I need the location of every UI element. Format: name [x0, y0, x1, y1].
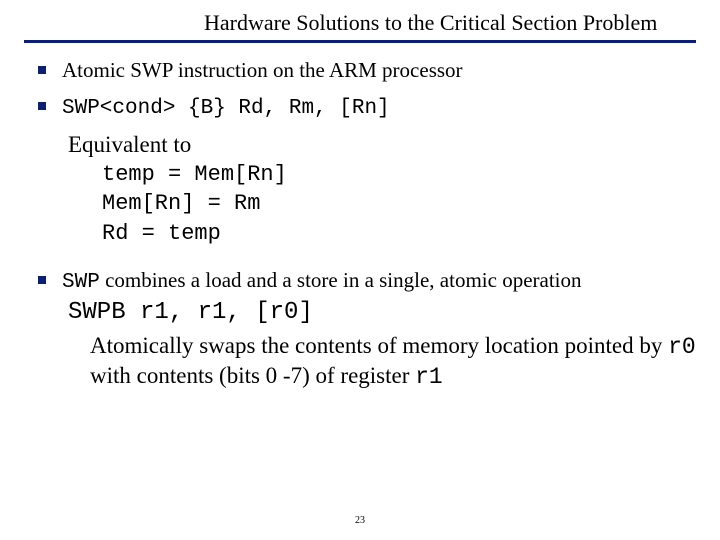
bullet-2: SWP<cond> {B} Rd, Rm, [Rn] Equivalent to… — [36, 93, 696, 248]
bullet-3-example: SWPB r1, r1, [r0] — [62, 298, 696, 328]
bullet-3-explain: Atomically swaps the contents of memory … — [62, 332, 696, 392]
title-rule — [24, 40, 696, 43]
bullet-1-text: Atomic SWP instruction on the ARM proces… — [62, 58, 463, 82]
equiv-line-2: Mem[Rn] = Rm — [68, 189, 696, 219]
explain-mid: with contents (bits 0 -7) of register — [90, 363, 415, 388]
page-number: 23 — [0, 515, 720, 526]
equiv-line-3: Rd = temp — [68, 219, 696, 249]
equivalent-label: Equivalent to — [68, 129, 696, 160]
bullet-3-swp: SWP — [62, 271, 100, 294]
bullet-3: SWP combines a load and a store in a sin… — [36, 267, 696, 392]
explain-r0: r0 — [668, 334, 696, 360]
explain-pre: Atomically swaps the contents of memory … — [90, 333, 668, 358]
bullet-2-code: SWP<cond> {B} Rd, Rm, [Rn] — [62, 97, 390, 120]
equiv-line-1: temp = Mem[Rn] — [68, 160, 696, 190]
explain-r1: r1 — [415, 364, 443, 390]
bullet-list: Atomic SWP instruction on the ARM proces… — [24, 57, 696, 391]
bullet-2-subblock: Equivalent to temp = Mem[Rn] Mem[Rn] = R… — [62, 129, 696, 249]
bullet-3-text: combines a load and a store in a single,… — [100, 268, 582, 292]
slide-title: Hardware Solutions to the Critical Secti… — [204, 10, 657, 40]
bullet-1: Atomic SWP instruction on the ARM proces… — [36, 57, 696, 83]
